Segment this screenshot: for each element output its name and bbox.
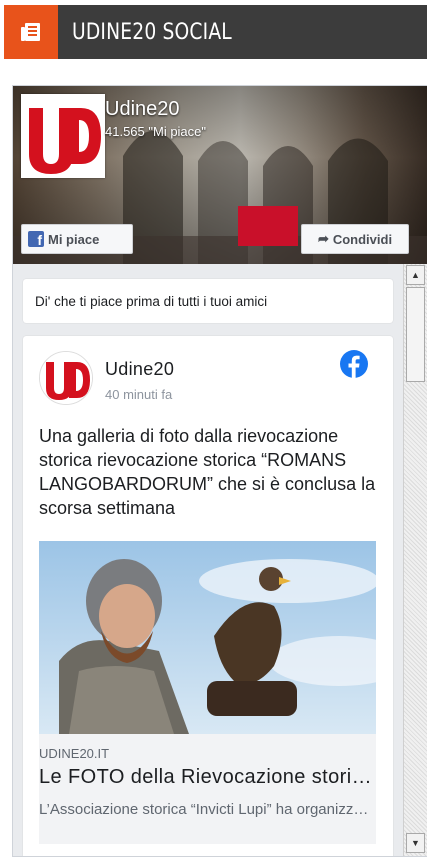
share-button-label: Condividi bbox=[332, 231, 393, 247]
post-author-avatar[interactable] bbox=[39, 351, 93, 405]
page-feed: Di' che ti piace prima di tutti i tuoi a… bbox=[13, 264, 403, 856]
cover-photo[interactable]: Udine20 41.565 "Mi piace" f Mi piace ➦ C… bbox=[13, 86, 427, 264]
feed-post: Udine20 40 minuti fa Una galleria di fot… bbox=[23, 336, 393, 856]
facebook-f-icon: f bbox=[28, 231, 44, 248]
widget-title: UDINE20 SOCIAL bbox=[72, 19, 232, 45]
facebook-logo-icon[interactable] bbox=[340, 350, 368, 378]
link-title[interactable]: Le FOTO della Rievocazione storica "Roma… bbox=[39, 766, 376, 789]
link-preview[interactable]: UDINE20.IT Le FOTO della Rievocazione st… bbox=[39, 734, 376, 844]
link-domain: UDINE20.IT bbox=[39, 746, 110, 761]
widget-header: UDINE20 SOCIAL bbox=[4, 5, 427, 59]
page-likes-count: 41.565 "Mi piace" bbox=[105, 124, 207, 139]
facebook-page-plugin: Udine20 41.565 "Mi piace" f Mi piace ➦ C… bbox=[12, 85, 427, 857]
share-button[interactable]: ➦ Condividi bbox=[301, 224, 409, 254]
like-button[interactable]: f Mi piace bbox=[21, 224, 133, 254]
share-arrow-icon: ➦ bbox=[317, 231, 329, 246]
page-logo[interactable] bbox=[21, 94, 105, 178]
scroll-down-button[interactable]: ▼ bbox=[406, 833, 425, 853]
page-name[interactable]: Udine20 bbox=[105, 98, 180, 121]
scroll-up-button[interactable]: ▲ bbox=[406, 265, 425, 285]
friends-prompt[interactable]: Di' che ti piace prima di tutti i tuoi a… bbox=[23, 279, 393, 323]
post-timestamp[interactable]: 40 minuti fa bbox=[105, 387, 172, 402]
feed-scrollbar[interactable]: ▲ ▼ bbox=[403, 264, 427, 856]
post-author-name[interactable]: Udine20 bbox=[105, 359, 174, 380]
post-link-image[interactable] bbox=[39, 541, 376, 734]
link-description: L’Associazione storica “Invicti Lupi” ha… bbox=[39, 801, 376, 818]
scroll-thumb[interactable] bbox=[406, 287, 425, 382]
newspaper-icon bbox=[4, 5, 58, 59]
post-text: Una galleria di foto dalla rievocazione … bbox=[39, 426, 376, 518]
like-button-label: Mi piace bbox=[48, 231, 100, 247]
